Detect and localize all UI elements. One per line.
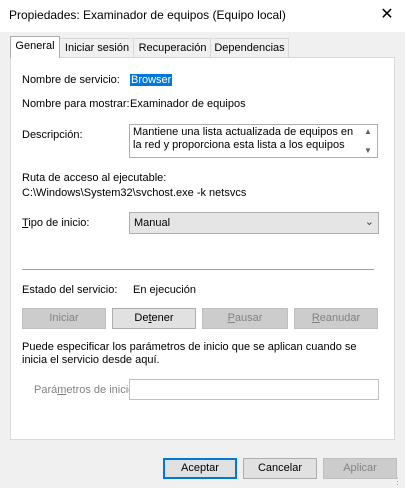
start-button[interactable]: Iniciar [22, 308, 106, 329]
service-status-label: Estado del servicio: [22, 284, 118, 296]
description-text[interactable]: Mantiene una lista actualizada de equipo… [133, 126, 358, 152]
params-label-a: Pará [34, 384, 58, 396]
apply-button[interactable]: Aplicar [323, 458, 397, 479]
tab-strip: General Iniciar sesión Recuperación Depe… [10, 36, 395, 58]
exe-path-label: Ruta de acceso al ejecutable: [22, 172, 167, 184]
tab-dependencias[interactable]: Dependencias [210, 38, 289, 58]
startup-type-label: Tipo de inicio: [22, 217, 89, 229]
stop-button[interactable]: Detener [112, 308, 196, 329]
params-label-b: etros de inicio: [66, 384, 138, 396]
resume-button[interactable]: Reanudar [294, 308, 378, 329]
display-name-value[interactable]: Examinador de equipos [130, 98, 246, 110]
resize-grip-icon[interactable]: ⋮ [393, 476, 403, 486]
start-params-input[interactable] [129, 379, 379, 400]
pause-label-accel: P [227, 312, 235, 324]
chevron-down-icon[interactable]: ⌄ [365, 215, 374, 228]
stop-label-a: De [134, 312, 149, 324]
ok-button[interactable]: Aceptar [163, 458, 237, 479]
start-button-label: Iniciar [49, 312, 79, 324]
params-label: Parámetros de inicio: [34, 384, 137, 396]
dialog-footer: Aceptar Cancelar Aplicar ⋮ [0, 440, 405, 488]
description-scrollbar[interactable]: ▲ ▼ [360, 125, 377, 157]
params-note: Puede especificar los parámetros de inic… [22, 341, 357, 366]
tab-general[interactable]: General [10, 36, 60, 58]
startup-type-label-text: ipo de inicio: [28, 217, 90, 229]
startup-type-value: Manual [134, 217, 171, 229]
startup-type-dropdown[interactable]: Manual ⌄ [129, 212, 379, 234]
pause-button[interactable]: Pausar [202, 308, 288, 329]
pause-label: ausar [234, 312, 263, 324]
scroll-up-icon[interactable]: ▲ [364, 127, 372, 136]
service-status-value: En ejecución [133, 284, 196, 296]
close-icon[interactable]: ✕ [376, 4, 398, 26]
scroll-down-icon[interactable]: ▼ [364, 146, 372, 155]
exe-path-value[interactable]: C:\Windows\System32\svchost.exe -k netsv… [22, 187, 246, 199]
description-label: Descripción: [22, 129, 83, 141]
service-name-text[interactable]: Browser [130, 74, 173, 86]
description-box[interactable]: Mantiene una lista actualizada de equipo… [129, 124, 378, 158]
cancel-button[interactable]: Cancelar [243, 458, 317, 479]
tab-iniciar-sesion[interactable]: Iniciar sesión [59, 38, 135, 58]
service-name-label: Nombre de servicio: [22, 74, 120, 86]
service-name-value[interactable]: Browser [130, 74, 173, 86]
resume-label: eanudar [319, 312, 361, 324]
title-bar[interactable]: Propiedades: Examinador de equipos (Equi… [0, 0, 405, 32]
display-name-label: Nombre para mostrar: [22, 98, 130, 110]
stop-label-b: ener [151, 312, 174, 324]
separator [22, 269, 374, 270]
window-title: Propiedades: Examinador de equipos (Equi… [9, 8, 286, 22]
tab-recuperacion[interactable]: Recuperación [133, 38, 212, 58]
resume-label-accel: R [311, 312, 320, 324]
